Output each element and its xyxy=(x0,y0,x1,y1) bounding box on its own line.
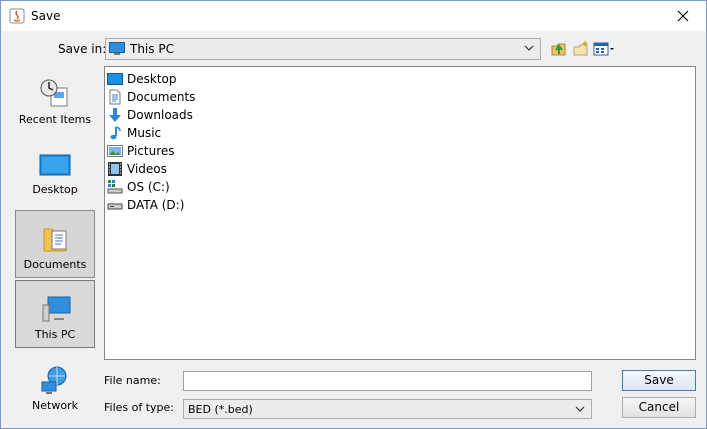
save-button[interactable]: Save xyxy=(622,370,696,391)
title-bar: Save xyxy=(1,1,706,31)
sidebar-item-this-pc[interactable]: This PC xyxy=(15,280,95,348)
drive-icon xyxy=(107,203,123,210)
list-item[interactable]: Downloads xyxy=(107,106,193,124)
sidebar-item-label: Desktop xyxy=(32,183,78,196)
file-list[interactable]: Desktop Documents Downloads Music Pictur… xyxy=(104,66,696,360)
sidebar-item-desktop[interactable]: Desktop xyxy=(15,136,95,202)
list-item[interactable]: Desktop xyxy=(107,70,177,88)
list-item[interactable]: DATA (D:) xyxy=(107,196,184,214)
sidebar-item-label: Recent Items xyxy=(18,113,92,126)
file-name-input[interactable] xyxy=(183,371,592,391)
sidebar-item-label: Documents xyxy=(23,258,87,271)
list-item[interactable]: OS (C:) xyxy=(107,178,170,196)
file-type-dropdown[interactable]: BED (*.bed) xyxy=(183,399,592,419)
list-item[interactable]: Pictures xyxy=(107,142,175,160)
file-name: DATA (D:) xyxy=(127,198,185,212)
desktop-icon xyxy=(39,154,71,176)
file-name: Downloads xyxy=(127,108,193,122)
window-title: Save xyxy=(31,9,61,23)
file-type-value: BED (*.bed) xyxy=(188,403,253,416)
list-item[interactable]: Videos xyxy=(107,160,167,178)
save-in-value: This PC xyxy=(130,42,174,56)
up-one-level-button[interactable] xyxy=(549,39,569,59)
view-menu-icon xyxy=(593,42,614,56)
file-name: Pictures xyxy=(127,144,175,158)
sidebar-item-network[interactable]: Network xyxy=(15,352,95,418)
recent-items-icon xyxy=(40,79,68,107)
cancel-button[interactable]: Cancel xyxy=(622,397,696,418)
new-folder-icon xyxy=(573,41,588,56)
up-folder-icon xyxy=(551,43,566,56)
file-name: Desktop xyxy=(127,72,177,86)
places-sidebar: Recent Items Desktop Documents This PC N… xyxy=(5,66,97,418)
download-icon xyxy=(109,108,121,122)
new-folder-button[interactable] xyxy=(571,39,591,59)
save-in-dropdown[interactable]: This PC xyxy=(105,38,541,60)
file-name-label: File name: xyxy=(104,374,161,387)
desktop-icon xyxy=(107,73,123,85)
list-item[interactable]: Music xyxy=(107,124,161,142)
file-type-label: Files of type: xyxy=(104,401,175,414)
file-name: Music xyxy=(127,126,162,140)
network-icon xyxy=(41,366,67,394)
this-pc-icon xyxy=(42,296,71,322)
music-icon xyxy=(110,126,121,140)
list-item[interactable]: Documents xyxy=(107,88,195,106)
chevron-down-icon xyxy=(524,45,534,51)
file-name: Videos xyxy=(127,162,167,176)
pictures-icon xyxy=(107,145,123,157)
sidebar-item-label: This PC xyxy=(34,328,76,341)
save-dialog: Save Save in: This PC Recent Items Deskt… xyxy=(0,0,707,429)
os-drive-icon xyxy=(107,180,123,194)
file-name: OS (C:) xyxy=(127,180,170,194)
close-button[interactable] xyxy=(660,1,706,31)
java-app-icon xyxy=(9,8,25,24)
chevron-down-icon xyxy=(575,406,585,412)
videos-icon xyxy=(108,162,122,176)
sidebar-item-documents[interactable]: Documents xyxy=(15,210,95,278)
save-in-label: Save in: xyxy=(58,42,107,56)
view-menu-button[interactable] xyxy=(592,39,616,59)
sidebar-item-label: Network xyxy=(32,399,78,412)
file-name: Documents xyxy=(127,90,196,104)
documents-icon xyxy=(43,228,67,252)
monitor-icon xyxy=(109,42,125,55)
sidebar-item-recent-items[interactable]: Recent Items xyxy=(15,66,95,132)
close-icon xyxy=(677,10,689,22)
document-icon xyxy=(109,89,121,105)
